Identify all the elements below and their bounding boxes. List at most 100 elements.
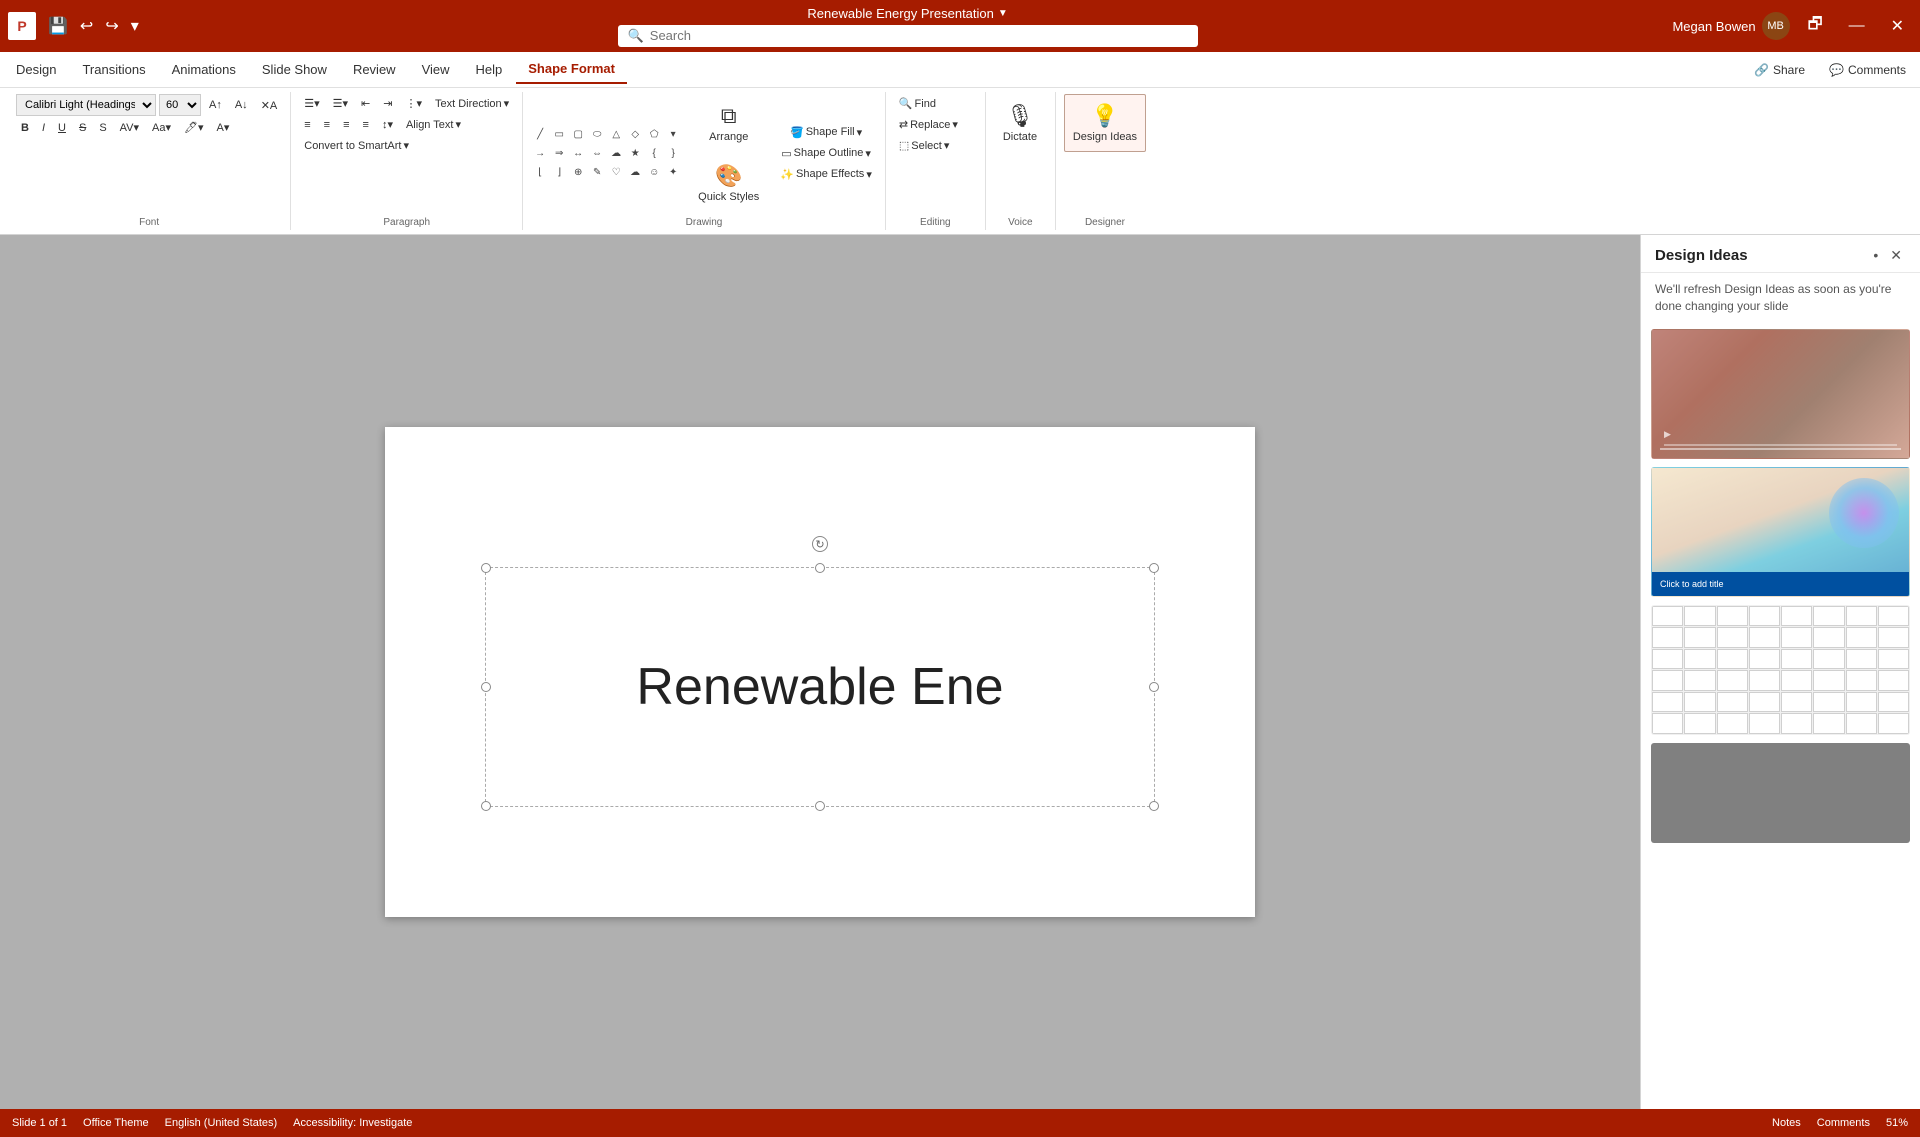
shape-triangle[interactable]: △ xyxy=(607,125,625,143)
handle-br[interactable] xyxy=(1149,801,1159,811)
font-size-select[interactable]: 60 xyxy=(159,94,201,116)
notes-btn[interactable]: Notes xyxy=(1772,1117,1801,1129)
change-case-btn[interactable]: Aa▾ xyxy=(147,118,176,137)
shape-cloud[interactable]: ☁ xyxy=(626,163,644,181)
select-btn[interactable]: ⬚ Select▾ xyxy=(894,136,955,155)
handle-mr[interactable] xyxy=(1149,682,1159,692)
convert-smartart-btn[interactable]: Convert to SmartArt▾ xyxy=(299,136,414,155)
design-panel-close-btn[interactable]: ✕ xyxy=(1886,245,1906,266)
shape-freeform[interactable]: ✎ xyxy=(588,163,606,181)
save-btn[interactable]: 💾 xyxy=(44,14,72,38)
numbering-btn[interactable]: ☰▾ xyxy=(328,94,353,113)
restore-window-btn[interactable]: 🗗 xyxy=(1800,9,1831,44)
shape-more[interactable]: ▾ xyxy=(664,125,682,143)
tab-view[interactable]: View xyxy=(410,56,462,83)
text-box[interactable]: ↻ Renewable Ene xyxy=(485,567,1155,807)
handle-tl[interactable] xyxy=(481,563,491,573)
minimize-window-btn[interactable]: — xyxy=(1841,13,1873,39)
shape-callout[interactable]: ☁ xyxy=(607,144,625,162)
slide-panel[interactable]: ↻ Renewable Ene xyxy=(0,235,1640,1109)
shape-oval[interactable]: ⬭ xyxy=(588,125,606,143)
align-right-btn[interactable]: ≡ xyxy=(338,116,354,134)
customize-btn[interactable]: ▾ xyxy=(127,14,143,38)
italic-btn[interactable]: I xyxy=(37,119,50,137)
handle-bl[interactable] xyxy=(481,801,491,811)
shape-arrow1[interactable]: → xyxy=(531,144,549,162)
shape-arrow3[interactable]: ↔ xyxy=(569,144,587,162)
shape-arrow2[interactable]: ⇒ xyxy=(550,144,568,162)
shape-fill-btn[interactable]: 🪣 Shape Fill▾ xyxy=(775,123,877,142)
tab-design[interactable]: Design xyxy=(4,56,68,83)
shape-effects-btn[interactable]: ✨ Shape Effects▾ xyxy=(775,165,877,184)
tab-help[interactable]: Help xyxy=(464,56,515,83)
increase-font-btn[interactable]: A↑ xyxy=(204,96,227,114)
shape-heart[interactable]: ♡ xyxy=(607,163,625,181)
search-bar[interactable]: 🔍 xyxy=(618,25,1198,47)
shadow-btn[interactable]: S xyxy=(94,119,111,137)
dictate-btn[interactable]: 🎙 Dictate xyxy=(994,94,1046,152)
shape-starburst[interactable]: ✦ xyxy=(664,163,682,181)
undo-btn[interactable]: ↩ xyxy=(76,14,97,38)
decrease-indent-btn[interactable]: ⇤ xyxy=(356,94,375,113)
shape-outline-btn[interactable]: ▭ Shape Outline▾ xyxy=(775,144,877,163)
shape-arrow4[interactable]: ⇔ xyxy=(588,144,606,162)
text-direction-btn[interactable]: Text Direction▾ xyxy=(430,94,514,113)
design-ideas-btn[interactable]: 💡 Design Ideas xyxy=(1064,94,1146,152)
shape-brace-r[interactable]: ⌋ xyxy=(550,163,568,181)
strikethrough-btn[interactable]: S xyxy=(74,119,91,137)
shape-connector[interactable]: ⊕ xyxy=(569,163,587,181)
line-spacing-btn[interactable]: ↕▾ xyxy=(377,115,398,134)
font-family-select[interactable]: Calibri Light (Headings) xyxy=(16,94,156,116)
shape-brace-l[interactable]: ⌊ xyxy=(531,163,549,181)
char-spacing-btn[interactable]: AV▾ xyxy=(115,118,144,137)
font-color-btn[interactable]: A▾ xyxy=(212,118,235,137)
replace-btn[interactable]: ⇄ Replace▾ xyxy=(894,115,963,134)
quick-styles-btn[interactable]: 🎨 Quick Styles xyxy=(689,154,768,212)
underline-btn[interactable]: U xyxy=(53,119,71,137)
design-thumbnail-4[interactable] xyxy=(1651,743,1910,843)
tab-animations[interactable]: Animations xyxy=(160,56,248,83)
redo-btn[interactable]: ↪ xyxy=(101,14,122,38)
align-center-btn[interactable]: ≡ xyxy=(319,116,335,134)
comments-button[interactable]: 💬 Comments xyxy=(1819,59,1916,81)
doc-title[interactable]: Renewable Energy Presentation ▼ xyxy=(807,6,1007,21)
columns-btn[interactable]: ⋮▾ xyxy=(400,94,427,113)
decrease-font-btn[interactable]: A↓ xyxy=(230,96,253,114)
design-thumbnail-1[interactable]: ▶ xyxy=(1651,329,1910,459)
tab-shapeformat[interactable]: Shape Format xyxy=(516,55,627,84)
find-btn[interactable]: 🔍 Find xyxy=(894,94,941,113)
share-button[interactable]: 🔗 Share xyxy=(1744,59,1815,81)
arrange-btn[interactable]: ⧉ Arrange xyxy=(689,94,768,152)
rotate-handle[interactable]: ↻ xyxy=(812,536,828,552)
tab-transitions[interactable]: Transitions xyxy=(70,56,157,83)
design-panel-pin-btn[interactable]: • xyxy=(1869,245,1882,266)
tab-review[interactable]: Review xyxy=(341,56,408,83)
handle-tc[interactable] xyxy=(815,563,825,573)
shape-pentagon[interactable]: ⬠ xyxy=(645,125,663,143)
bold-btn[interactable]: B xyxy=(16,119,34,137)
align-text-btn[interactable]: Align Text▾ xyxy=(401,115,466,134)
align-left-btn[interactable]: ≡ xyxy=(299,116,315,134)
clear-format-btn[interactable]: ✕A xyxy=(256,96,283,115)
comments-btn[interactable]: Comments xyxy=(1817,1117,1870,1129)
justify-btn[interactable]: ≡ xyxy=(358,116,374,134)
shape-round-rect[interactable]: ▢ xyxy=(569,125,587,143)
shape-star[interactable]: ★ xyxy=(626,144,644,162)
shape-bracket-r[interactable]: } xyxy=(664,144,682,162)
slide[interactable]: ↻ Renewable Ene xyxy=(385,427,1255,917)
shape-diamond[interactable]: ◇ xyxy=(626,125,644,143)
design-thumbnail-2[interactable]: Click to add title xyxy=(1651,467,1910,597)
bullets-btn[interactable]: ☰▾ xyxy=(299,94,324,113)
search-input[interactable] xyxy=(650,28,1188,43)
tab-slideshow[interactable]: Slide Show xyxy=(250,56,339,83)
shape-line[interactable]: ╱ xyxy=(531,125,549,143)
handle-tr[interactable] xyxy=(1149,563,1159,573)
close-window-btn[interactable]: ✕ xyxy=(1883,12,1912,40)
shape-bracket-l[interactable]: { xyxy=(645,144,663,162)
shape-smiley[interactable]: ☺ xyxy=(645,163,663,181)
design-thumbnail-3[interactable] xyxy=(1651,605,1910,735)
highlight-btn[interactable]: 🖊▾ xyxy=(179,118,209,137)
increase-indent-btn[interactable]: ⇥ xyxy=(378,94,397,113)
handle-ml[interactable] xyxy=(481,682,491,692)
shape-rect[interactable]: ▭ xyxy=(550,125,568,143)
